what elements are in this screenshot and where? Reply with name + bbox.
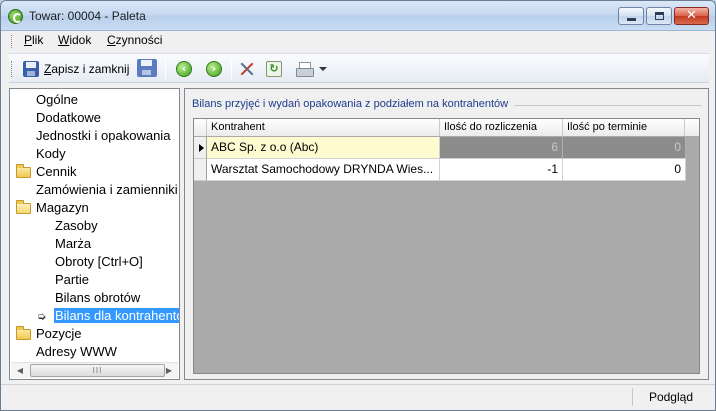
tree-item-kody[interactable]: Kody — [36, 145, 66, 163]
grid-header-filler — [685, 119, 699, 136]
tree-item-cennik[interactable]: Cennik — [36, 163, 76, 181]
content-panel: Bilans przyjęć i wydań opakowania z podz… — [184, 88, 709, 380]
tree-item-partie[interactable]: Partie — [55, 271, 89, 289]
minimize-button[interactable] — [618, 7, 644, 25]
tools-button[interactable] — [239, 59, 255, 79]
tools-icon — [239, 61, 255, 77]
refresh-button[interactable]: ↻ — [266, 59, 282, 79]
close-icon: ✕ — [686, 8, 697, 23]
maximize-button[interactable] — [646, 7, 672, 25]
scroll-thumb[interactable]: III — [30, 364, 165, 377]
save-as-button[interactable] — [137, 58, 157, 78]
menu-czynnosci[interactable]: Czynności — [107, 33, 162, 47]
current-arrow-icon: ➭ — [37, 310, 47, 323]
app-icon — [8, 9, 23, 24]
save-and-close-button[interactable]: Zapisz i zamknij — [23, 59, 129, 79]
print-dropdown-icon[interactable] — [319, 67, 327, 71]
grid-corner — [194, 119, 207, 136]
grid-header: Kontrahent Ilość do rozliczenia Ilość po… — [194, 119, 699, 136]
status-bar: Podgląd — [1, 384, 715, 410]
group-title: Bilans przyjęć i wydań opakowania z podz… — [192, 98, 515, 110]
tree-item-bilans-kontrahentow[interactable]: Bilans dla kontrahentów — [54, 307, 179, 325]
close-button[interactable]: ✕ — [674, 7, 709, 25]
save-and-close-label: Zapisz i zamknij — [44, 62, 130, 76]
toolbar-grip — [11, 61, 14, 77]
folder-icon — [16, 164, 31, 178]
row-indicator — [194, 159, 207, 181]
tree-item-zasoby[interactable]: Zasoby — [55, 217, 98, 235]
row-indicator — [194, 137, 207, 159]
tree-item-marza[interactable]: Marża — [55, 235, 91, 253]
table-row[interactable]: Warsztat Samochodowy DRYNDA Wies... -1 0 — [194, 159, 699, 181]
tree-item-bilans-obrotow[interactable]: Bilans obrotów — [55, 289, 140, 307]
menu-bar: Plik Widok Czynności — [9, 31, 709, 51]
cell-kontrahent[interactable]: ABC Sp. z o.o (Abc) — [207, 137, 440, 159]
forward-button[interactable]: › — [206, 59, 222, 79]
refresh-icon: ↻ — [266, 61, 282, 77]
save-as-icon — [137, 59, 157, 77]
folder-icon — [16, 326, 31, 340]
title-bar[interactable]: Towar: 00004 - Paleta ✕ — [1, 1, 715, 31]
tree-horizontal-scrollbar[interactable]: ◀ III ▶ — [11, 362, 178, 378]
tree-item-jednostki[interactable]: Jednostki i opakowania — [36, 127, 170, 145]
forward-icon: › — [206, 61, 222, 77]
print-button[interactable] — [295, 59, 314, 79]
navigation-tree[interactable]: Ogólne Dodatkowe Jednostki i opakowania … — [9, 88, 180, 380]
menu-plik[interactable]: Plik — [24, 33, 43, 47]
print-icon — [295, 61, 314, 77]
status-mode: Podgląd — [648, 390, 693, 404]
toolbar: Zapisz i zamknij ‹ › ↻ — [9, 53, 709, 83]
cell-ilosc-po-terminie[interactable]: 0 — [563, 137, 686, 159]
tree-item-magazyn[interactable]: Magazyn — [36, 199, 89, 217]
tree-item-obroty[interactable]: Obroty [Ctrl+O] — [55, 253, 143, 271]
table-row[interactable]: ABC Sp. z o.o (Abc) 6 0 — [194, 137, 699, 159]
minimize-icon — [627, 18, 636, 21]
scroll-right-icon[interactable]: ▶ — [161, 363, 177, 378]
back-icon: ‹ — [176, 61, 192, 77]
cell-ilosc-po-terminie[interactable]: 0 — [563, 159, 686, 181]
tree-item-pozycje[interactable]: Pozycje — [36, 325, 82, 343]
maximize-icon — [655, 12, 664, 20]
column-header-ilosc-do-rozliczenia[interactable]: Ilość do rozliczenia — [440, 119, 563, 136]
column-header-ilosc-po-terminie[interactable]: Ilość po terminie — [563, 119, 685, 136]
menu-grip — [11, 35, 14, 48]
column-header-kontrahent[interactable]: Kontrahent — [207, 119, 440, 136]
main-window: Towar: 00004 - Paleta ✕ Plik Widok Czynn… — [0, 0, 716, 411]
tree-item-ogolne[interactable]: Ogólne — [36, 91, 78, 109]
toolbar-separator — [231, 59, 232, 79]
toolbar-separator — [165, 59, 166, 79]
window-title: Towar: 00004 - Paleta — [29, 9, 146, 23]
tree-item-zamowienia[interactable]: Zamówienia i zamienniki — [36, 181, 178, 199]
scroll-left-icon[interactable]: ◀ — [12, 363, 28, 378]
balance-grid[interactable]: Kontrahent Ilość do rozliczenia Ilość po… — [193, 118, 700, 374]
back-button[interactable]: ‹ — [176, 59, 192, 79]
tree-item-dodatkowe[interactable]: Dodatkowe — [36, 109, 101, 127]
cell-kontrahent[interactable]: Warsztat Samochodowy DRYNDA Wies... — [207, 159, 440, 181]
cell-ilosc-do-rozliczenia[interactable]: 6 — [440, 137, 563, 159]
menu-widok[interactable]: Widok — [58, 33, 91, 47]
open-folder-icon — [16, 200, 31, 214]
cell-ilosc-do-rozliczenia[interactable]: -1 — [440, 159, 563, 181]
status-separator — [632, 388, 633, 406]
tree-item-adresy-www[interactable]: Adresy WWW — [36, 343, 117, 361]
save-icon — [23, 61, 39, 77]
current-row-icon — [199, 144, 204, 152]
